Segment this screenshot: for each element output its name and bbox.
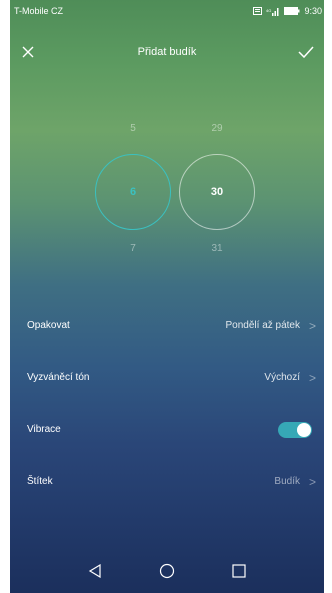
hour-selected-value: 6 (129, 186, 137, 198)
confirm-button[interactable] (294, 40, 318, 64)
home-button[interactable] (157, 561, 177, 581)
back-icon (88, 564, 101, 578)
page-title: Přidat budík (137, 46, 197, 58)
status-bar: T-Mobile CZ 4G 9:30 (10, 0, 324, 22)
header-bar: Přidat budík (10, 34, 324, 70)
ringtone-label: Vyzváněcí tón (27, 372, 90, 383)
time-picker: 5 6 7 29 30 31 (10, 110, 324, 260)
alarm-screen: T-Mobile CZ 4G 9:30 Přidat budík 5 6 7 2… (10, 0, 324, 593)
home-icon (159, 563, 175, 579)
repeat-value: Pondělí až pátek (225, 320, 301, 331)
toggle-knob (297, 423, 311, 437)
hour-selected[interactable]: 6 (95, 154, 171, 230)
status-icons: 4G 9:30 (253, 0, 322, 22)
repeat-label: Opakovat (27, 320, 70, 331)
tag-value: Budík (274, 476, 300, 487)
minute-prev[interactable]: 29 (187, 123, 247, 134)
recents-icon (232, 564, 246, 578)
check-icon (298, 46, 314, 58)
vibration-toggle[interactable] (278, 422, 312, 438)
clock: 9:30 (304, 6, 322, 16)
tag-label: Štítek (27, 476, 53, 487)
repeat-row[interactable]: Opakovat Pondělí až pátek > (10, 300, 324, 352)
notification-icon (253, 7, 263, 15)
hour-next[interactable]: 7 (103, 243, 163, 254)
svg-text:4G: 4G (266, 8, 271, 13)
ringtone-row[interactable]: Vyzváněcí tón Výchozí > (10, 352, 324, 404)
battery-icon (284, 7, 300, 15)
chevron-right-icon: > (308, 475, 316, 489)
vibration-row: Vibrace (10, 404, 324, 456)
back-button[interactable] (85, 561, 105, 581)
hour-prev[interactable]: 5 (103, 123, 163, 134)
chevron-right-icon: > (308, 319, 316, 333)
carrier-label: T-Mobile CZ (14, 6, 64, 16)
recents-button[interactable] (229, 561, 249, 581)
minute-selected-value: 30 (210, 186, 224, 198)
minute-next[interactable]: 31 (187, 243, 247, 254)
ringtone-value: Výchozí (264, 372, 300, 383)
nav-bar (10, 549, 324, 593)
minute-selected[interactable]: 30 (179, 154, 255, 230)
tag-row[interactable]: Štítek Budík > (10, 456, 324, 508)
signal-icon: 4G (266, 7, 279, 16)
chevron-right-icon: > (308, 371, 316, 385)
vibration-label: Vibrace (27, 424, 61, 435)
